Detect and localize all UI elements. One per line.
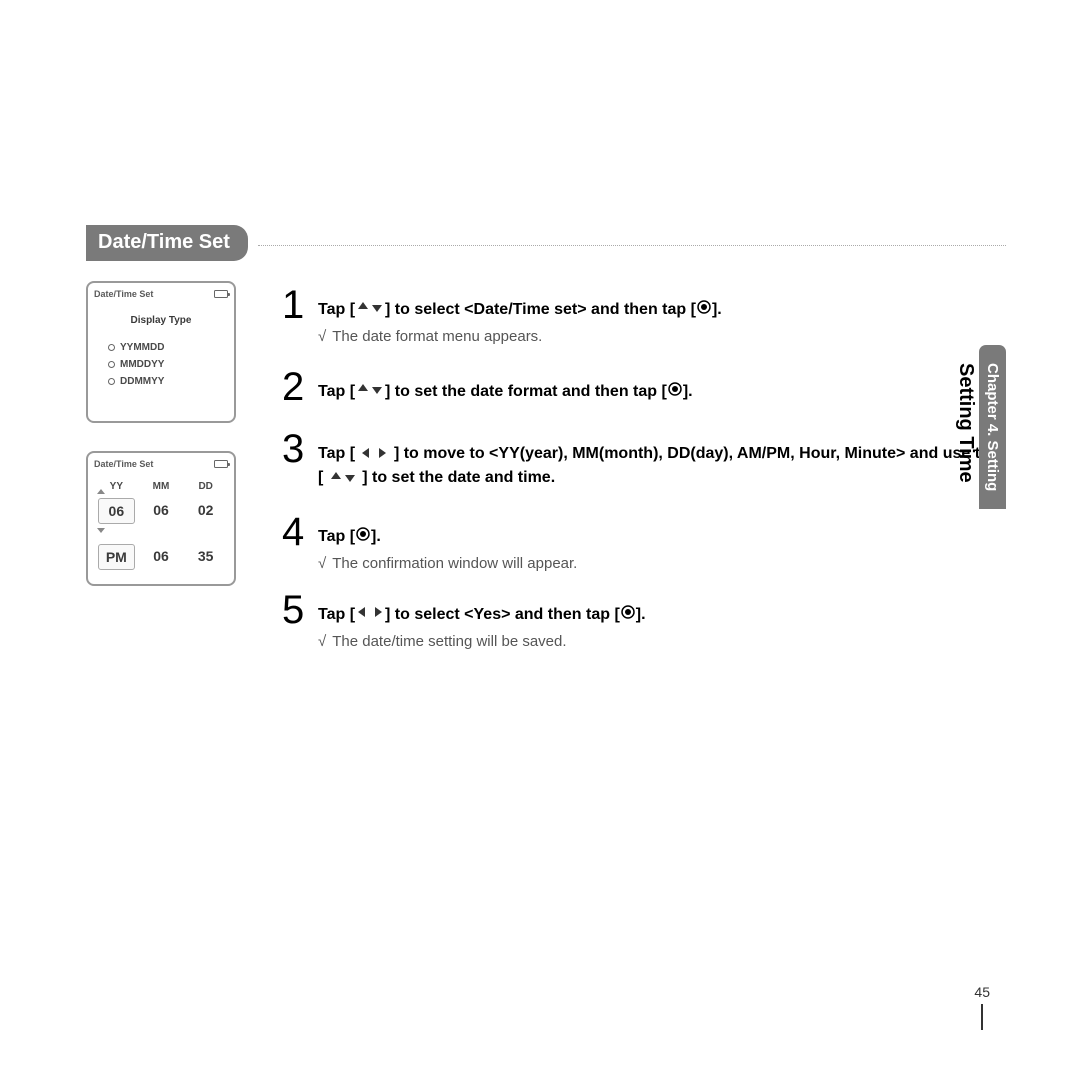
step-item: 5 Tap [ ] to select <Yes> and then tap [… <box>282 590 1006 650</box>
value-cell: 06 <box>143 498 180 524</box>
step-number: 3 <box>282 429 318 469</box>
device-header-title: Date/Time Set <box>94 289 153 299</box>
value-cell: 02 <box>187 498 224 524</box>
circle-target-icon <box>668 382 682 396</box>
left-right-icon <box>360 446 388 460</box>
check-icon: √ <box>318 555 326 572</box>
chevron-up-icon <box>97 489 105 494</box>
up-down-icon <box>356 382 384 396</box>
step-text: Tap [ ]. <box>318 525 1006 549</box>
step-item: 4 Tap [ ]. √The confirmation window will… <box>282 512 1006 572</box>
page-number-bar <box>981 1004 983 1030</box>
side-section-title: Setting Time <box>952 359 979 509</box>
step-item: 3 Tap [ ] to move to <YY(year), MM(month… <box>282 429 1006 490</box>
radio-icon <box>108 378 115 385</box>
value-cell: 35 <box>187 544 224 570</box>
step-item: 1 Tap [ ] to select <Date/Time set> and … <box>282 285 1006 345</box>
value-cell-selected: 06 <box>98 498 135 524</box>
step-text: Tap [ ] to move to <YY(year), MM(month),… <box>318 442 1006 490</box>
step-note: √The confirmation window will appear. <box>318 555 1006 572</box>
check-icon: √ <box>318 328 326 345</box>
col-header: MM <box>143 481 180 492</box>
circle-target-icon <box>621 605 635 619</box>
radio-icon <box>108 344 115 351</box>
circle-target-icon <box>356 527 370 541</box>
battery-icon <box>214 460 228 468</box>
step-number: 5 <box>282 590 318 630</box>
side-tab: Chapter 4. Setting Setting Time <box>952 345 1006 509</box>
steps-list: 1 Tap [ ] to select <Date/Time set> and … <box>282 281 1006 668</box>
step-text: Tap [ ] to set the date format and then … <box>318 380 1006 404</box>
up-down-icon <box>329 470 357 484</box>
device-screenshot-datetime: Date/Time Set YY MM DD 06 06 02 PM <box>86 451 236 586</box>
step-number: 2 <box>282 367 318 407</box>
device-header-title: Date/Time Set <box>94 459 153 469</box>
check-icon: √ <box>318 633 326 650</box>
device-screenshots: Date/Time Set Display Type YYMMDD MMDDYY… <box>86 281 246 614</box>
chevron-down-icon <box>97 528 105 533</box>
radio-option: MMDDYY <box>108 359 214 370</box>
chapter-label: Chapter 4. Setting <box>979 345 1006 509</box>
circle-target-icon <box>697 300 711 314</box>
step-number: 4 <box>282 512 318 552</box>
section-title: Date/Time Set <box>86 225 248 261</box>
value-cell-selected: PM <box>98 544 135 570</box>
value-cell: 06 <box>143 544 180 570</box>
step-text: Tap [ ] to select <Yes> and then tap [ ]… <box>318 603 1006 627</box>
step-text: Tap [ ] to select <Date/Time set> and th… <box>318 298 1006 322</box>
radio-option: YYMMDD <box>108 342 214 353</box>
section-heading-row: Date/Time Set <box>86 225 1006 261</box>
divider-dotted <box>258 245 1006 246</box>
up-down-icon <box>356 300 384 314</box>
radio-option: DDMMYY <box>108 376 214 387</box>
device-screenshot-display-type: Date/Time Set Display Type YYMMDD MMDDYY… <box>86 281 236 423</box>
step-number: 1 <box>282 285 318 325</box>
radio-icon <box>108 361 115 368</box>
step-note: √The date format menu appears. <box>318 328 1006 345</box>
page-number: 45 <box>974 984 990 1030</box>
step-item: 2 Tap [ ] to set the date format and the… <box>282 367 1006 407</box>
step-note: √The date/time setting will be saved. <box>318 633 1006 650</box>
left-right-icon <box>356 605 384 619</box>
device-sublabel: Display Type <box>90 315 232 326</box>
battery-icon <box>214 290 228 298</box>
col-header: DD <box>187 481 224 492</box>
